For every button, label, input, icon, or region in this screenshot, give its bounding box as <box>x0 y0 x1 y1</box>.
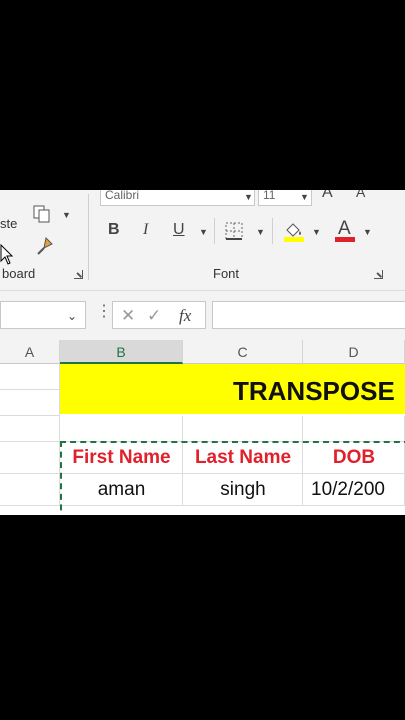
format-painter-icon[interactable] <box>34 236 54 256</box>
grow-font-button[interactable]: A <box>322 190 333 202</box>
font-color-icon[interactable]: A <box>335 218 357 242</box>
cell-c3[interactable] <box>183 416 303 442</box>
column-header-c[interactable]: C <box>183 340 303 364</box>
borders-dropdown-icon[interactable]: ▼ <box>256 227 265 237</box>
column-header-d[interactable]: D <box>303 340 405 364</box>
formula-bar-grip-icon[interactable]: ⋮ <box>96 304 112 320</box>
cell-a4[interactable] <box>0 442 60 474</box>
cell-a2[interactable] <box>0 390 60 416</box>
font-color-swatch <box>335 237 355 242</box>
group-divider <box>88 194 89 280</box>
group-divider <box>272 218 273 244</box>
underline-dropdown-icon[interactable]: ▼ <box>199 227 208 237</box>
font-name-dropdown-icon[interactable]: ▼ <box>244 192 253 202</box>
italic-button[interactable]: I <box>143 221 148 239</box>
font-name-input[interactable]: Calibri <box>100 190 255 206</box>
bold-button[interactable]: B <box>108 221 120 239</box>
enter-icon[interactable]: ✓ <box>147 306 161 326</box>
copy-selection-marquee <box>60 441 405 515</box>
copy-dropdown-icon[interactable]: ▼ <box>62 210 71 220</box>
sheet-title: TRANSPOSE <box>233 376 395 406</box>
font-size-dropdown-icon[interactable]: ▼ <box>300 192 309 202</box>
cell-d3[interactable] <box>303 416 405 442</box>
cell-b3[interactable] <box>60 416 183 442</box>
cancel-icon[interactable]: ✕ <box>121 306 135 326</box>
paste-button[interactable]: ste <box>0 216 17 231</box>
clipboard-group-label: board <box>2 266 36 281</box>
borders-icon[interactable] <box>225 222 243 240</box>
group-divider <box>214 218 215 244</box>
ribbon: ste ▼ board Calibri ▼ 11 ▼ A A B I U ▼ ▼ <box>0 190 405 290</box>
fill-color-icon[interactable] <box>283 220 305 242</box>
cursor-icon <box>0 243 14 266</box>
fill-color-dropdown-icon[interactable]: ▼ <box>312 227 321 237</box>
font-launcher-icon[interactable] <box>374 270 383 279</box>
column-header-b[interactable]: B <box>60 340 183 364</box>
formula-input[interactable] <box>212 301 405 329</box>
clipboard-launcher-icon[interactable] <box>74 270 83 279</box>
underline-button[interactable]: U <box>173 221 185 239</box>
formula-bar: ⌄ ⋮ ✕ ✓ fx <box>0 290 405 341</box>
cell-a1[interactable] <box>0 364 60 390</box>
copy-icon[interactable] <box>32 204 52 224</box>
font-group-label: Font <box>213 266 240 281</box>
font-color-dropdown-icon[interactable]: ▼ <box>363 227 372 237</box>
cell-a3[interactable] <box>0 416 60 442</box>
formula-buttons: ✕ ✓ fx <box>112 301 206 329</box>
excel-window: ste ▼ board Calibri ▼ 11 ▼ A A B I U ▼ ▼ <box>0 190 405 515</box>
name-box-dropdown-icon[interactable]: ⌄ <box>67 309 77 323</box>
cell-a5[interactable] <box>0 474 60 506</box>
insert-function-icon[interactable]: fx <box>179 306 191 326</box>
name-box[interactable]: ⌄ <box>0 301 86 329</box>
shrink-font-button[interactable]: A <box>356 190 365 200</box>
column-header-a[interactable]: A <box>0 340 60 364</box>
